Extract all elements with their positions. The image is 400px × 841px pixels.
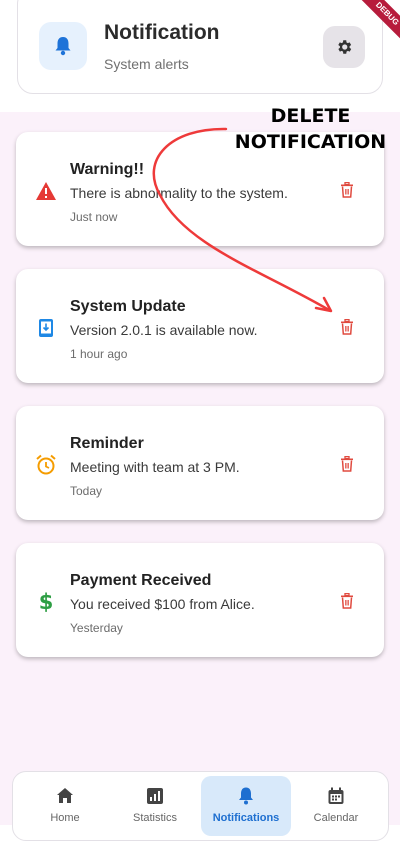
- calendar-icon: [328, 787, 344, 804]
- notification-message: There is abnormality to the system.: [70, 185, 288, 201]
- notification-message: Meeting with team at 3 PM.: [70, 459, 240, 475]
- notification-card[interactable]: $ Payment Received You received $100 fro…: [16, 543, 384, 657]
- notification-title: Payment Received: [70, 572, 212, 589]
- annotation-line-2: NOTIFICATION: [234, 131, 387, 153]
- notification-time: Just now: [70, 210, 118, 224]
- page-title: Notification: [104, 21, 220, 44]
- nav-home[interactable]: Home: [20, 772, 110, 832]
- bottom-navigation: Home Statistics Notifications Calendar: [12, 771, 389, 841]
- nav-calendar-label: Calendar: [313, 812, 359, 824]
- notification-message: Version 2.0.1 is available now.: [70, 322, 258, 338]
- notification-title: Warning!!: [70, 161, 145, 178]
- delete-icon[interactable]: [340, 182, 354, 198]
- notification-card[interactable]: System Update Version 2.0.1 is available…: [16, 269, 384, 383]
- delete-icon[interactable]: [340, 593, 354, 609]
- statistics-icon: [147, 788, 163, 804]
- alarm-icon: [35, 454, 57, 476]
- notification-time: Yesterday: [70, 621, 123, 635]
- notification-title: System Update: [70, 298, 186, 315]
- annotation-line-1: DELETE: [270, 105, 351, 127]
- delete-notification-annotation: DELETE NOTIFICATION: [228, 103, 393, 155]
- notification-time: 1 hour ago: [70, 347, 128, 361]
- settings-button[interactable]: [323, 26, 365, 68]
- nav-calendar[interactable]: Calendar: [291, 772, 381, 832]
- home-icon: [57, 788, 73, 803]
- bell-icon: [239, 787, 253, 805]
- nav-notifications-label: Notifications: [212, 812, 280, 824]
- nav-notifications[interactable]: Notifications: [201, 772, 291, 836]
- notification-title: Reminder: [70, 435, 144, 452]
- nav-active-indicator: [201, 776, 291, 836]
- nav-statistics[interactable]: Statistics: [110, 772, 200, 832]
- phone-update-icon: [35, 317, 57, 339]
- delete-icon[interactable]: [340, 319, 354, 335]
- gear-icon: [338, 40, 352, 54]
- nav-statistics-label: Statistics: [132, 812, 177, 824]
- warning-icon: [35, 180, 57, 202]
- nav-home-label: Home: [50, 812, 80, 824]
- notification-message: You received $100 from Alice.: [70, 596, 255, 612]
- delete-icon[interactable]: [340, 456, 354, 472]
- notification-time: Today: [70, 484, 103, 498]
- dollar-icon: $: [38, 590, 54, 614]
- header-card: Notification System alerts: [17, 0, 383, 94]
- header-bell-icon: [39, 22, 87, 70]
- notification-card[interactable]: Reminder Meeting with team at 3 PM. Toda…: [16, 406, 384, 520]
- page-subtitle: System alerts: [104, 56, 189, 72]
